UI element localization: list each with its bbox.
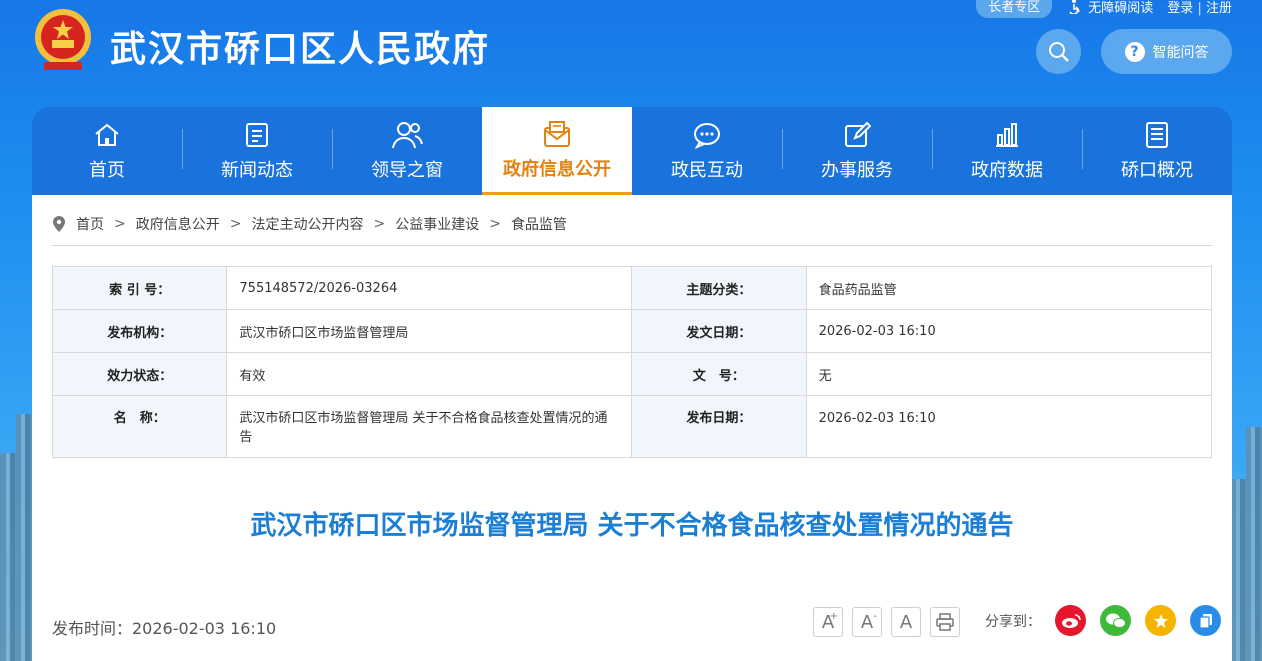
plus-icon: + <box>829 611 838 622</box>
nav-item-home[interactable]: 首页 <box>32 107 182 195</box>
minus-icon: - <box>873 611 877 622</box>
ai-qa-label: 智能问答 <box>1152 44 1209 61</box>
search-button[interactable] <box>1036 29 1081 74</box>
breadcrumb-item[interactable]: 政府信息公开 <box>136 214 220 234</box>
nav-item-news[interactable]: 新闻动态 <box>182 107 332 195</box>
status-label: 效力状态： <box>51 352 228 396</box>
print-button[interactable] <box>930 607 960 637</box>
breadcrumb-separator: > <box>489 216 501 232</box>
copy-link-share-button[interactable] <box>1190 605 1221 636</box>
font-reset-label: A <box>899 611 913 633</box>
index-value: 755148572/2026-03264 <box>226 266 633 310</box>
pub-date-label: 发布日期： <box>631 395 807 458</box>
article-title: 武汉市硚口区市场监督管理局 关于不合格食品核查处置情况的通告 <box>250 511 1014 541</box>
city-background-right <box>1230 427 1262 661</box>
table-row: 名 称： 武汉市硚口区市场监督管理局 关于不合格食品核查处置情况的通告 发布日期… <box>51 395 1213 458</box>
name-value: 武汉市硚口区市场监督管理局 关于不合格食品核查处置情况的通告 <box>226 395 633 458</box>
topbar-divider: | <box>1197 0 1202 16</box>
breadcrumb-item[interactable]: 公益事业建设 <box>395 214 479 234</box>
share-label: 分享到： <box>985 613 1041 630</box>
breadcrumb-separator: > <box>114 216 126 232</box>
index-label: 索 引 号： <box>51 266 228 310</box>
elder-mode-link[interactable]: 长者专区 <box>976 0 1053 18</box>
nav-item-leaders[interactable]: 领导之窗 <box>332 107 482 195</box>
content-panel: 首页 > 政府信息公开 > 法定主动公开内容 > 公益事业建设 > 食品监管 索… <box>32 195 1232 661</box>
top-utility-bar: 长者专区 无障碍阅读 登录 | 注册 <box>976 0 1232 18</box>
nav-item-gov-info[interactable]: 政府信息公开 <box>482 107 632 195</box>
nav-label: 政府数据 <box>971 160 1043 181</box>
star-icon <box>1153 613 1168 628</box>
nav-label: 政民互动 <box>671 160 743 181</box>
login-link[interactable]: 登录 <box>1167 1 1193 16</box>
topic-value: 食品药品监管 <box>805 266 1213 310</box>
table-row: 发布机构： 武汉市硚口区市场监督管理局 发文日期： 2026-02-03 16:… <box>51 309 1213 353</box>
font-decrease-button[interactable]: A- <box>852 607 882 637</box>
favorite-share-button[interactable] <box>1145 605 1176 636</box>
publish-time: 发布时间：2026-02-03 16:10 <box>52 619 277 638</box>
nav-label: 办事服务 <box>821 160 893 181</box>
table-row: 索 引 号： 755148572/2026-03264 主题分类： 食品药品监管 <box>51 266 1213 310</box>
breadcrumb-separator: > <box>229 216 242 232</box>
question-icon: ? <box>1124 41 1145 62</box>
table-row: 效力状态： 有效 文 号： 无 <box>51 352 1213 396</box>
location-pin-icon <box>53 216 65 232</box>
weibo-share-button[interactable] <box>1055 605 1086 636</box>
publisher-value: 武汉市硚口区市场监督管理局 <box>226 309 633 353</box>
breadcrumb-item[interactable]: 首页 <box>76 214 104 234</box>
leaders-icon <box>391 120 423 150</box>
wechat-share-button[interactable] <box>1100 605 1131 636</box>
chat-icon <box>692 120 722 150</box>
copy-icon <box>1198 613 1212 629</box>
accessible-reading-label: 无障碍阅读 <box>1088 0 1154 16</box>
breadcrumb-divider <box>52 245 1212 246</box>
reading-tools: A + A- A <box>813 607 960 637</box>
font-increase-button[interactable]: A + <box>813 607 843 637</box>
wechat-icon <box>1105 613 1126 628</box>
national-emblem-icon <box>35 9 91 70</box>
issue-date-value: 2026-02-03 16:10 <box>805 309 1213 353</box>
topic-label: 主题分类： <box>631 266 807 310</box>
home-icon <box>93 120 121 150</box>
nav-label: 首页 <box>89 160 125 181</box>
site-title[interactable]: 武汉市硚口区人民政府 <box>110 20 490 72</box>
nav-label: 政府信息公开 <box>503 158 611 180</box>
doc-number-value: 无 <box>805 352 1213 396</box>
register-link[interactable]: 注册 <box>1206 1 1232 16</box>
font-decrease-label: A <box>860 611 874 633</box>
ai-qa-button[interactable]: ? 智能问答 <box>1101 29 1232 74</box>
envelope-icon <box>542 119 572 149</box>
accessibility-icon <box>1069 0 1081 14</box>
breadcrumb-item[interactable]: 法定主动公开内容 <box>251 214 363 234</box>
pub-date-value: 2026-02-03 16:10 <box>805 395 1213 458</box>
breadcrumb-separator: > <box>373 216 386 232</box>
nav-item-interaction[interactable]: 政民互动 <box>632 107 782 195</box>
search-icon <box>1048 41 1069 62</box>
bar-chart-icon <box>993 120 1021 150</box>
edit-icon <box>843 120 871 150</box>
print-icon <box>936 613 954 631</box>
breadcrumb-item[interactable]: 食品监管 <box>511 214 567 234</box>
issue-date-label: 发文日期： <box>631 309 807 353</box>
news-icon <box>244 120 270 150</box>
name-label: 名 称： <box>51 395 228 458</box>
nav-label: 硚口概况 <box>1121 160 1193 181</box>
weibo-icon <box>1061 613 1081 628</box>
nav-item-data[interactable]: 政府数据 <box>932 107 1082 195</box>
accessible-reading-link[interactable]: 无障碍阅读 <box>1066 0 1153 16</box>
doc-number-label: 文 号： <box>631 352 807 396</box>
publisher-label: 发布机构： <box>51 309 228 353</box>
font-reset-button[interactable]: A <box>891 607 921 637</box>
document-icon <box>1145 120 1169 150</box>
breadcrumb: 首页 > 政府信息公开 > 法定主动公开内容 > 公益事业建设 > 食品监管 <box>52 214 567 234</box>
document-metadata-table: 索 引 号： 755148572/2026-03264 主题分类： 食品药品监管… <box>51 266 1213 458</box>
nav-label: 领导之窗 <box>371 160 443 181</box>
main-nav: 首页 新闻动态 领导之窗 政府信息公开 政民互动 办事服务 政府数据 硚口概况 <box>32 107 1232 195</box>
nav-item-overview[interactable]: 硚口概况 <box>1082 107 1232 195</box>
nav-item-services[interactable]: 办事服务 <box>782 107 932 195</box>
share-bar: 分享到： <box>985 605 1221 636</box>
status-value: 有效 <box>226 352 633 396</box>
nav-label: 新闻动态 <box>221 160 293 181</box>
